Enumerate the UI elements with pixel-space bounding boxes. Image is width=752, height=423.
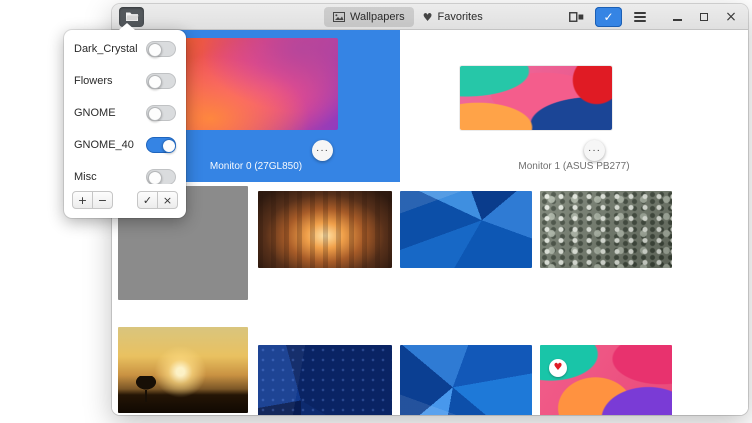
monitor-1-more-button[interactable]: ··· [584,140,605,161]
app-window: Wallpapers ♥ Favorites [112,4,748,415]
monitor-panel-1[interactable]: ··· Monitor 1 (ASUS PB277) [400,30,748,182]
cancel-button[interactable]: × [157,191,178,209]
window-controls: × [670,10,741,24]
monitor-1-wallpaper-preview[interactable] [460,66,612,130]
desktop-stage: Wallpapers ♥ Favorites [0,0,752,423]
header-actions: ✓ × [563,7,741,27]
remove-folder-button[interactable]: − [92,191,113,209]
folder-switch[interactable] [146,137,176,153]
minimize-button[interactable] [670,10,684,24]
favorite-badge[interactable]: ♥ [549,359,567,377]
add-remove-group: + − [72,191,113,209]
add-folder-button[interactable]: + [72,191,93,209]
headerbar: Wallpapers ♥ Favorites [112,4,748,30]
wallpaper-tile-blue-polygons[interactable] [400,191,532,268]
folder-label: GNOME_40 [74,139,134,151]
wallpaper-tile-savanna-sunset[interactable] [118,327,248,413]
folder-label: GNOME [74,107,116,119]
folder-switch[interactable] [146,105,176,121]
folder-switch[interactable] [146,41,176,57]
wallpaper-tile-autumn-forest[interactable] [258,191,392,268]
tab-favorites[interactable]: ♥ Favorites [414,7,492,27]
folder-label: Flowers [74,75,113,87]
folder-row-misc[interactable]: Misc [64,161,186,184]
wallpaper-tile-dark-navy-pattern[interactable] [258,345,392,415]
close-icon: × [725,10,737,24]
wallpaper-tile-colorful-abstract[interactable]: ♥ [540,345,672,415]
maximize-icon [700,13,708,21]
monitor-0-wallpaper-preview[interactable] [174,38,338,130]
folder-label: Dark_Crystal [74,43,138,55]
view-switcher: Wallpapers ♥ Favorites [324,7,492,27]
menu-button[interactable] [628,7,652,27]
folder-label: Misc [74,171,97,183]
display-mode-button[interactable] [563,7,589,27]
heart-icon: ♥ [423,11,433,24]
folder-open-icon [125,11,139,22]
monitor-0-more-button[interactable]: ··· [312,140,333,161]
folder-switch[interactable] [146,169,176,184]
hamburger-icon [634,16,646,18]
folder-row-gnome[interactable]: GNOME [64,97,186,129]
folder-row-flowers[interactable]: Flowers [64,65,186,97]
tab-wallpapers[interactable]: Wallpapers [324,7,414,27]
folder-row-gnome-40[interactable]: GNOME_40 [64,129,186,161]
main-content: ··· Monitor 0 (27GL850) ··· Monitor 1 (A… [112,30,748,415]
monitors-row: ··· Monitor 0 (27GL850) ··· Monitor 1 (A… [112,30,748,182]
wallpaper-grid: ♥ [112,182,748,415]
tab-wallpapers-label: Wallpapers [350,11,405,23]
tree-silhouette [134,376,158,391]
minimize-icon [673,19,682,21]
confirm-button[interactable]: ✓ [137,191,158,209]
folder-row-dark-crystal[interactable]: Dark_Crystal [64,33,186,65]
folder-switch[interactable] [146,73,176,89]
folders-popover: Dark_Crystal Flowers GNOME GNOME_40 Misc [64,30,186,218]
wallpaper-tile-blue-polygons-bright[interactable] [400,345,532,415]
popover-arrow [119,23,135,30]
confirm-cancel-group: ✓ × [137,191,178,209]
maximize-button[interactable] [697,10,711,24]
image-icon [333,12,345,22]
tab-favorites-label: Favorites [438,11,483,23]
folder-list[interactable]: Dark_Crystal Flowers GNOME GNOME_40 Misc [64,30,186,184]
ellipsis-icon: ··· [588,145,601,156]
apply-button[interactable]: ✓ [595,7,622,27]
wallpaper-tile-aerial-treetops[interactable] [540,191,672,268]
dual-display-icon [569,12,584,22]
ellipsis-icon: ··· [316,145,329,156]
heart-icon: ♥ [554,363,563,373]
check-icon: ✓ [603,10,613,24]
monitor-1-label: Monitor 1 (ASUS PB277) [400,161,748,172]
close-button[interactable]: × [724,10,738,24]
popover-actions: + − ✓ × [64,184,186,218]
